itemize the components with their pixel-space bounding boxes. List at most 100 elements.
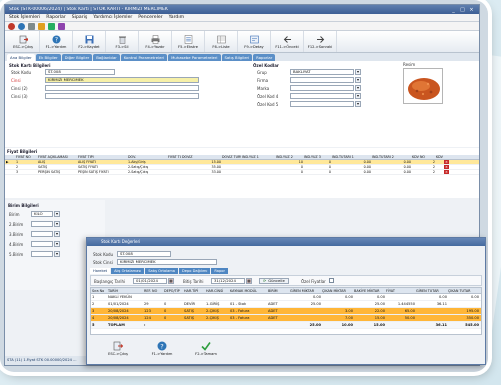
birim5-dropdown-button[interactable]: ▾ [54,251,60,257]
previous-button[interactable]: F11->Önceki [271,31,304,52]
birim2-field[interactable] [31,221,53,227]
tab-ana-bilgiler[interactable]: Ana Bilgiler [7,54,35,61]
refresh-button[interactable]: ⟳ Güncelle [259,278,289,284]
birim4-field[interactable] [31,241,53,247]
price-column-header[interactable]: FİYAT NO [15,155,37,159]
detail-button[interactable]: F9->Detay [238,31,271,52]
movement-row[interactable]: 5 TOPLAM: 25.00 10.00 15.00 36.11 545.00 [91,322,481,329]
price-column-header[interactable]: İND.YÜZ 2 [275,155,303,159]
grup-dropdown-button[interactable]: ▾ [355,69,361,75]
birim3-dropdown-button[interactable]: ▾ [54,231,60,237]
ozel-kod-5-field[interactable] [290,101,354,107]
tab-kontrol-parametreleri[interactable]: Kontrol Parametreleri [120,54,168,61]
price-column-header[interactable]: KDV NO [411,155,435,159]
cinsi2-field[interactable] [45,85,199,91]
close-button[interactable]: × [468,7,475,13]
dialog-exit-button[interactable]: ESC->Çıkış [101,341,135,356]
birim4-dropdown-button[interactable]: ▾ [54,241,60,247]
menu-siparis[interactable]: Sipariş [72,15,87,20]
movement-row[interactable]: 4 20/08/2024 124 0 SATIŞ 2-ÇIKIŞ 03 - Fatura AD… [91,315,481,322]
movement-column-header[interactable]: FİYAT [385,288,415,293]
help-button[interactable]: ? F1->Yardım [40,31,73,52]
birim3-field[interactable] [31,231,53,237]
price-column-header[interactable]: FİYAT AÇIKLAMASI [37,155,77,159]
exit-button[interactable]: ESC->Çıkış [7,31,40,52]
calculator-icon[interactable] [58,22,65,30]
movement-column-header[interactable]: BİRİM [267,288,289,293]
movement-column-header[interactable]: Sıra No [91,288,107,293]
ozel-kod-4-field[interactable] [290,93,354,99]
firma-field[interactable] [290,77,354,83]
birim5-field[interactable] [31,251,53,257]
cinsi-field[interactable]: KIRMIZI MERCİMEK [45,77,199,83]
dialog-stok-cinsi-field[interactable]: KIRMIZI MERCİMEK [117,259,217,265]
tab-alis-ortalamasi[interactable]: Alış Ortalaması [111,268,145,274]
price-column-header[interactable]: KDV [435,155,449,159]
menu-stok-islemleri[interactable]: Stok İşlemleri [9,15,40,20]
tab-rapor[interactable]: Rapor [211,268,228,274]
calendar-icon[interactable]: ▦ [168,278,174,284]
marka-dropdown-button[interactable]: ▾ [355,85,361,91]
delete-button[interactable]: F3->Sil [106,31,139,52]
price-column-header[interactable]: İND.YÜZ 3 [303,155,331,159]
birim-dropdown-button[interactable]: ▾ [54,211,60,217]
price-column-header[interactable]: DÖVİZ [181,155,221,159]
stop-icon[interactable] [8,22,15,30]
price-column-header[interactable]: FİYAT TUTARI [167,155,181,159]
tab-raporlar[interactable]: Raporlar [253,54,276,61]
movement-column-header[interactable]: GİREN TUTAR [415,288,447,293]
start-date-field[interactable]: 01/01/2024 [133,278,167,284]
birim-field[interactable]: KİLO [31,211,53,217]
tab-diger-bilgiler[interactable]: Diğer Bilgiler [61,54,93,61]
menu-yardim[interactable]: Yardım [169,15,184,20]
tab-depo-dagilimi[interactable]: Depo Dağılımı [179,268,211,274]
dialog-ok-button[interactable]: F2->Tamam [189,341,223,356]
menu-raporlar[interactable]: Raporlar [46,15,66,20]
dialog-stok-kodu-field[interactable]: ST.008 [117,251,171,257]
tab-muhasebe-parametreleri[interactable]: Muhasebe Parametreleri [168,54,221,61]
maximize-button[interactable]: □ [459,7,466,13]
ozel-kod-5-dropdown-button[interactable]: ▾ [355,101,361,107]
movement-column-header[interactable]: HAR.CİNSİ [205,288,229,293]
price-column-header[interactable]: İND.YÜZ 1 [241,155,275,159]
movement-row[interactable]: 2 01/01/2024 29 0 DEVİR 1-GİRİŞ 01 - Stok ADET 2… [91,301,481,308]
delete-row-icon[interactable]: × [444,160,449,164]
end-date-field[interactable]: 31/12/2024 [211,278,245,284]
price-column-header[interactable]: FİYAT TİPİ [77,155,127,159]
save-button[interactable]: F2->Kaydet [73,31,106,52]
tab-satis-ortalama[interactable]: Satış Ortalama [145,268,178,274]
menu-yardimci-islemler[interactable]: Yardımcı İşlemler [93,15,132,20]
tab-hareket[interactable]: Hareket [90,268,111,274]
minimize-button[interactable]: _ [450,7,457,13]
menu-pencereler[interactable]: Pencereler [138,15,162,20]
movement-column-header[interactable]: ÇIKAN MİKTAR [321,288,353,293]
print-button[interactable]: F4->Yazdır [139,31,172,52]
movement-column-header[interactable]: REF. NO [143,288,163,293]
special-prices-checkbox[interactable] [329,278,334,283]
firma-dropdown-button[interactable]: ▾ [355,77,361,83]
folder-icon[interactable] [38,22,45,30]
delete-row-icon[interactable]: × [444,165,449,169]
movement-column-header[interactable]: BAKİYE MİKTAR [353,288,385,293]
birim2-dropdown-button[interactable]: ▾ [54,221,60,227]
delete-row-icon[interactable]: × [444,170,449,174]
stok-kodu-field[interactable]: ST.008 [45,69,115,75]
movement-column-header[interactable]: KAYNAK MODÜL [229,288,267,293]
help-icon[interactable] [18,22,25,30]
dialog-help-button[interactable]: ? F1->Yardım [145,341,179,356]
tab-baglantilar[interactable]: Bağlantılar [93,54,120,61]
ozel-kod-4-dropdown-button[interactable]: ▾ [355,93,361,99]
price-column-header[interactable] [5,155,15,159]
marka-field[interactable] [290,85,354,91]
product-image[interactable] [403,68,443,104]
price-column-header[interactable]: DÖV. [127,155,167,159]
tab-satis-bilgileri[interactable]: Satış Bilgileri [221,54,253,61]
movement-column-header[interactable]: GİREN MİKTAR [289,288,321,293]
movement-row[interactable]: 1 NAKLİ YEKÜN 0.00 0.00 0.00 0.00 0.00 [91,294,481,301]
movement-row[interactable]: 3 20/08/2024 123 0 SATIŞ 2-ÇIKIŞ 03 - Fatura AD… [91,308,481,315]
movement-column-header[interactable]: HAR.TİPİ [183,288,205,293]
movement-column-header[interactable]: ÇIKAN TUTAR [447,288,479,293]
next-button[interactable]: F12->Sonraki [304,31,337,52]
document-icon[interactable] [48,22,55,30]
statement-button[interactable]: F5->Ekstre [172,31,205,52]
